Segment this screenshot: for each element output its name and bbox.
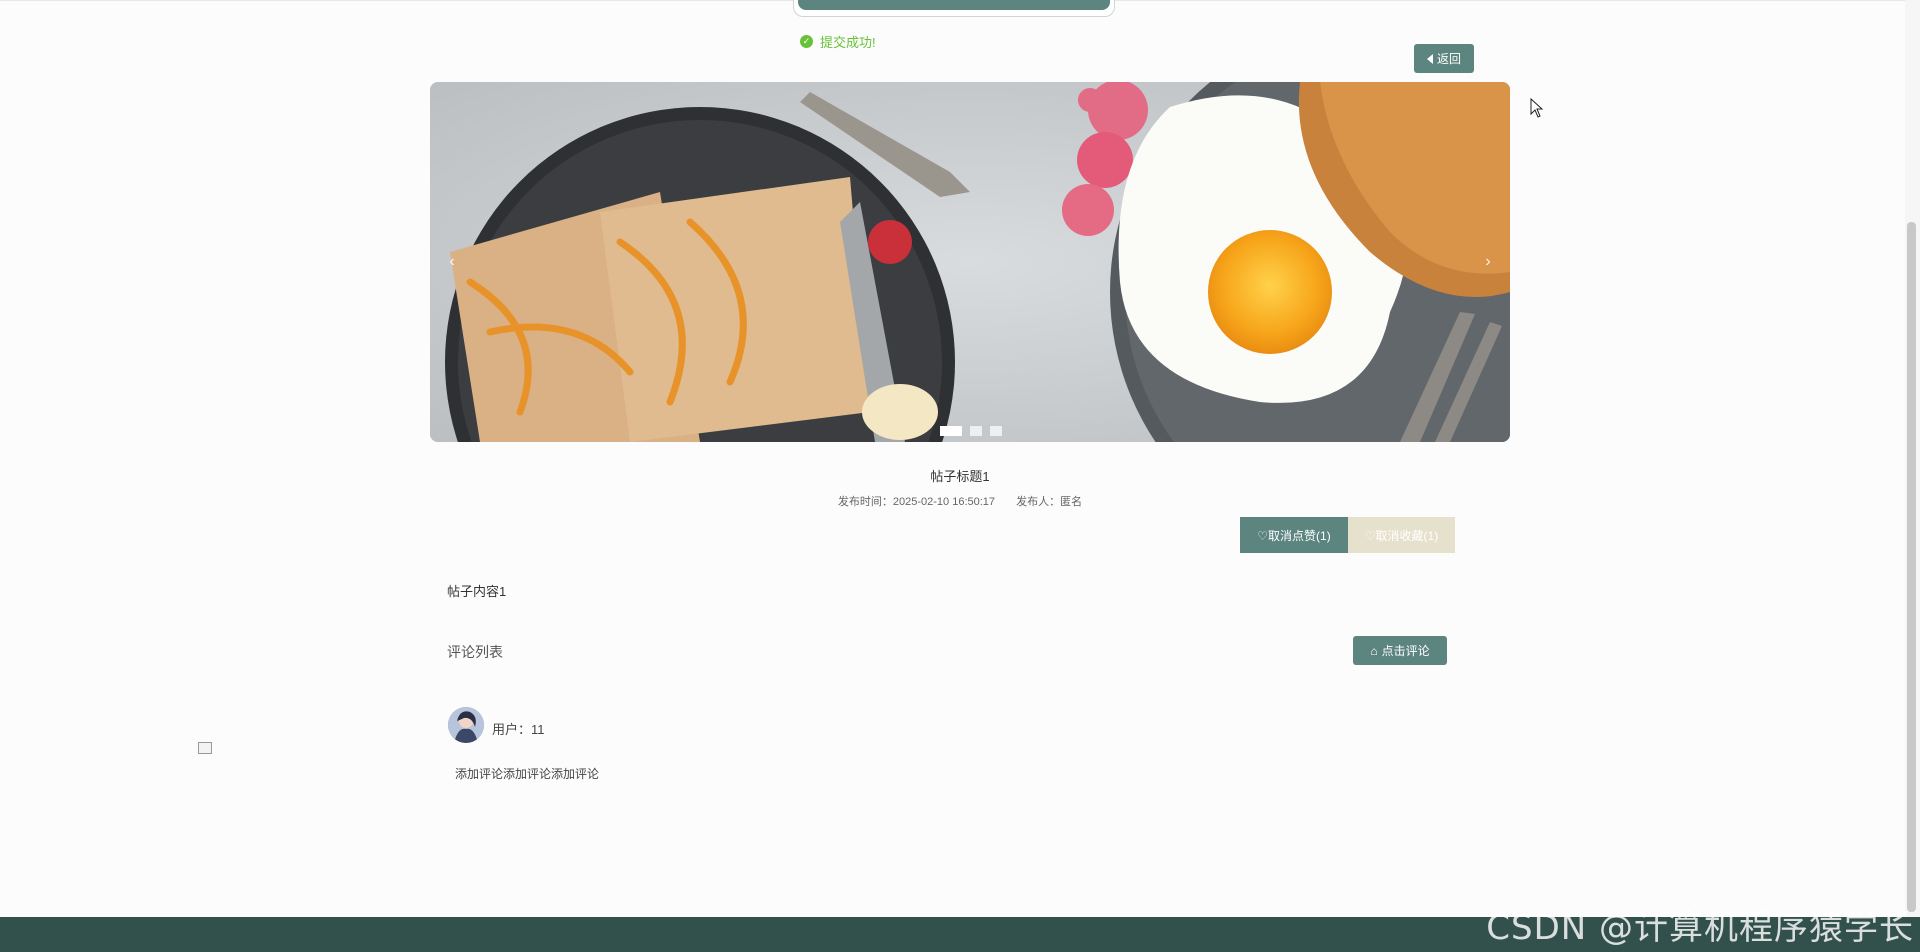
image-carousel[interactable]: ‹ › (430, 82, 1510, 442)
carousel-next-button[interactable]: › (1476, 242, 1500, 282)
carousel-indicator[interactable] (940, 426, 962, 436)
check-circle-icon: ✓ (800, 35, 813, 48)
carousel-slide-image (430, 82, 1510, 442)
carousel-indicators (940, 426, 1002, 436)
post-publisher: 发布人：匿名 (1016, 496, 1083, 508)
unlike-button[interactable]: ♡取消点赞(1) (1240, 517, 1348, 553)
unfavorite-button-label: ♡取消收藏(1) (1364, 528, 1439, 543)
home-icon: ⌂ (1370, 643, 1378, 658)
post-publish-time: 发布时间：2025-02-10 16:50:17 (837, 496, 996, 508)
unlike-button-label: ♡取消点赞(1) (1257, 528, 1331, 543)
add-comment-label: 点击评论 (1381, 644, 1430, 658)
carousel-indicator[interactable] (990, 426, 1002, 436)
dialog-bar (798, 0, 1110, 10)
comment-username: 用户：11 (492, 722, 545, 737)
unfavorite-button[interactable]: ♡取消收藏(1) (1348, 517, 1455, 553)
carousel-indicator[interactable] (970, 426, 982, 436)
broken-image-icon (198, 742, 212, 754)
comment-text: 添加评论添加评论添加评论 (455, 767, 600, 781)
add-comment-button[interactable]: ⌂ 点击评论 (1353, 636, 1447, 665)
watermark: CSDN @计算机程序猿学长 (1486, 908, 1914, 948)
back-button[interactable]: 返回 (1414, 44, 1474, 73)
avatar (448, 707, 484, 743)
success-toast: ✓ 提交成功! (800, 32, 876, 51)
post-meta: 发布时间：2025-02-10 16:50:17 发布人：匿名 (0, 493, 1920, 509)
toast-message: 提交成功! (820, 35, 876, 50)
caret-left-icon (1426, 53, 1433, 64)
post-title: 帖子标题1 (930, 469, 990, 484)
comments-heading: 评论列表 (447, 644, 503, 660)
carousel-prev-button[interactable]: ‹ (440, 242, 464, 282)
post-content: 帖子内容1 (447, 584, 507, 599)
scrollbar-thumb[interactable] (1907, 222, 1916, 912)
dialog-remnant (793, 0, 1115, 17)
back-button-label: 返回 (1436, 52, 1461, 66)
